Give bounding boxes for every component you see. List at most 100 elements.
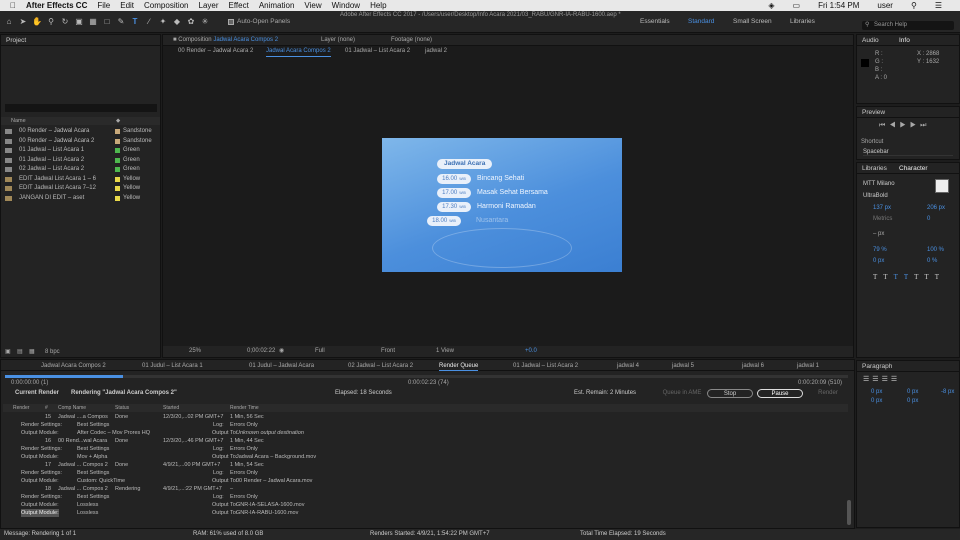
rq-settings-row[interactable]: Render Settings: Best Settings Log: Errors …	[3, 421, 848, 429]
shortcut-dropdown[interactable]: Spacebar	[863, 149, 953, 156]
auto-open-checkbox[interactable]	[228, 18, 234, 25]
timeline-tab[interactable]: jadwal 6	[742, 361, 764, 371]
timeline-tab[interactable]: 02 Jadwal – List Acara 2	[348, 361, 413, 371]
col-num[interactable]: #	[45, 404, 48, 412]
snapshot-icon[interactable]: ◉	[279, 346, 284, 357]
brush-tool-icon[interactable]: ∕	[144, 17, 154, 27]
font-family-dropdown[interactable]: MTT Milano	[863, 181, 895, 187]
faux-italic-icon[interactable]: T	[883, 273, 893, 281]
timeline-tab[interactable]: 01 Judul – List Acara 1	[142, 361, 203, 371]
timeline-tab[interactable]: 01 Jadwal – List Acara 2	[513, 361, 578, 371]
col-render[interactable]: Render	[13, 404, 29, 412]
rect-tool-icon[interactable]: □	[102, 17, 112, 27]
rq-output-row[interactable]: Output Module: Custom: QuickTime Output To…	[3, 477, 848, 485]
interpret-icon[interactable]: ▣	[5, 347, 11, 357]
play-icon[interactable]: ▶	[900, 122, 910, 129]
col-status[interactable]: Status	[115, 404, 129, 412]
menu-effect[interactable]: Effect	[229, 1, 249, 10]
timecode[interactable]: 0;00:02:22	[247, 346, 275, 357]
puppet-tool-icon[interactable]: ✳	[200, 17, 210, 27]
new-comp-icon[interactable]: ▦	[29, 347, 35, 357]
project-item[interactable]: JANGAN DI EDIT – aset Yellow	[1, 194, 160, 204]
align-left-icon[interactable]: ☰	[863, 376, 872, 383]
roto-tool-icon[interactable]: ✿	[186, 17, 196, 27]
comp-tab[interactable]: ■ Composition Jadwal Acara Compos 2	[173, 35, 278, 46]
info-tab[interactable]: Info	[899, 35, 910, 46]
audio-tab[interactable]: Audio	[862, 37, 879, 44]
label-swatch[interactable]	[115, 195, 120, 201]
rq-output-row[interactable]: Output Module: Lossless Output To: GNR-IA-R…	[3, 509, 848, 517]
project-search[interactable]	[5, 104, 157, 112]
breadcrumb-2[interactable]: 01 Jadwal – List Acara 2	[345, 46, 410, 56]
pan-behind-icon[interactable]: ▦	[88, 17, 98, 27]
bpc-label[interactable]: 8 bpc	[45, 347, 60, 357]
clone-tool-icon[interactable]: ✦	[158, 17, 168, 27]
breadcrumb-1[interactable]: Jadwal Acara Compos 2	[266, 46, 331, 57]
pen-tool-icon[interactable]: ✎	[116, 17, 126, 27]
tsume-field[interactable]: 0 %	[927, 258, 937, 264]
selection-tool-icon[interactable]: ➤	[18, 17, 28, 27]
exposure-value[interactable]: +0.0	[525, 346, 537, 357]
apple-menu-icon[interactable]: 	[10, 1, 16, 10]
stroke-width-field[interactable]: – px	[873, 231, 884, 237]
rq-item-row[interactable]: 17 Jadwal ... Compos 2 Done 4/9/21,...00 PM…	[3, 461, 848, 469]
menu-file[interactable]: File	[97, 1, 110, 10]
horizontal-scale-field[interactable]: 100 %	[927, 247, 944, 253]
wifi-icon[interactable]: ◈	[768, 1, 774, 10]
rq-item-row[interactable]: 15 Jadwal ....a Compos Done 12/3/20,...02 P…	[3, 413, 848, 421]
faux-bold-icon[interactable]: T	[873, 273, 883, 281]
rq-settings-row[interactable]: Render Settings: Best Settings Log: Errors …	[3, 469, 848, 477]
label-swatch[interactable]	[115, 167, 120, 172]
last-frame-icon[interactable]: ⏭	[920, 122, 930, 129]
menu-composition[interactable]: Composition	[144, 1, 188, 10]
project-item[interactable]: 01 Jadwal – List Acara 1 Green	[1, 146, 160, 156]
rq-item-row[interactable]: 18 Jadwal ... Compos 2 Rendering 4/9/21,...…	[3, 485, 848, 493]
timeline-tab[interactable]: Jadwal Acara Compos 2	[41, 361, 106, 371]
character-tab[interactable]: Character	[899, 163, 928, 174]
menu-edit[interactable]: Edit	[120, 1, 134, 10]
home-icon[interactable]: ⌂	[4, 17, 14, 27]
col-name[interactable]: Name	[11, 118, 26, 124]
queue-ame-button[interactable]: Queue in AME	[661, 389, 703, 398]
baseline-shift-field[interactable]: 0 px	[873, 258, 884, 264]
align-center-icon[interactable]: ☰	[872, 376, 881, 383]
menu-view[interactable]: View	[304, 1, 321, 10]
menu-animation[interactable]: Animation	[259, 1, 295, 10]
view-dropdown[interactable]: Front	[381, 346, 395, 357]
font-style-dropdown[interactable]: UltraBold	[863, 193, 888, 199]
align-right-icon[interactable]: ☰	[882, 376, 891, 383]
leading-field[interactable]: 206 px	[927, 205, 945, 211]
hand-tool-icon[interactable]: ✋	[32, 17, 42, 27]
menu-layer[interactable]: Layer	[199, 1, 219, 10]
timeline-tab[interactable]: Render Queue	[439, 361, 479, 371]
libraries-tab[interactable]: Libraries	[862, 165, 887, 172]
menu-list-icon[interactable]: ☰	[935, 1, 942, 10]
project-item[interactable]: 01 Jadwal – List Acara 2 Green	[1, 156, 160, 166]
breadcrumb-3[interactable]: jadwal 2	[425, 46, 447, 56]
label-swatch[interactable]	[115, 157, 120, 163]
rotate-tool-icon[interactable]: ↻	[60, 17, 70, 27]
stop-button[interactable]: Stop	[707, 389, 753, 398]
footage-tab[interactable]: Footage (none)	[391, 35, 432, 46]
spotlight-icon[interactable]: ⚲	[911, 1, 917, 10]
clock[interactable]: Fri 1:54 PM	[818, 1, 859, 10]
workspace-small-screen[interactable]: Small Screen	[733, 11, 772, 33]
label-swatch[interactable]	[115, 138, 120, 144]
camera-tool-icon[interactable]: ▣	[74, 17, 84, 27]
workspace-standard[interactable]: Standard	[688, 11, 714, 33]
rq-output-row[interactable]: Output Module: After Codec – Mov Prores H…	[3, 429, 848, 437]
battery-icon[interactable]: ▭	[793, 1, 801, 10]
zoom-tool-icon[interactable]: ⚲	[46, 17, 56, 27]
timeline-tab[interactable]: jadwal 5	[672, 361, 694, 371]
next-frame-icon[interactable]: ▶	[910, 122, 920, 129]
rq-scrollbar[interactable]	[847, 500, 851, 525]
project-item[interactable]: EDIT Jadwal List Acara 7–12 Yellow	[1, 184, 160, 194]
render-button[interactable]: Render	[807, 389, 849, 398]
layer-tab[interactable]: Layer (none)	[321, 35, 355, 46]
project-item[interactable]: 02 Jadwal – List Acara 2 Green	[1, 165, 160, 175]
rq-settings-row[interactable]: Render Settings: Best Settings Log: Errors …	[3, 445, 848, 453]
type-tool-icon[interactable]: T	[130, 17, 140, 27]
superscript-icon[interactable]: T	[924, 273, 934, 281]
breadcrumb-0[interactable]: 00 Render – Jadwal Acara 2	[178, 46, 253, 56]
col-comp-name[interactable]: Comp Name	[58, 404, 86, 412]
